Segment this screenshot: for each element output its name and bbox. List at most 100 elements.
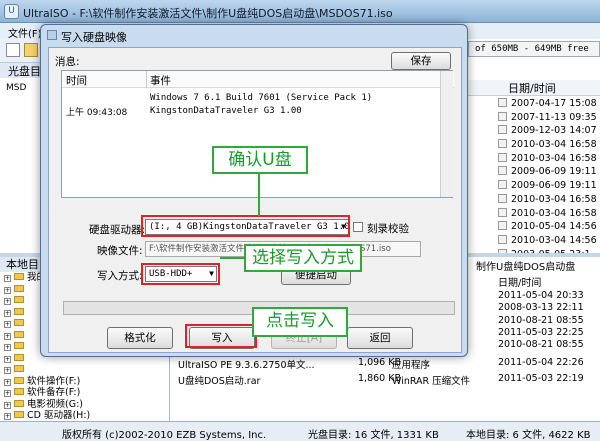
disc-date-text: 2009-06-09 19:11 (511, 180, 597, 192)
disc-date-column: 2007-04-17 15:08 2007-11-13 09:35 2009-12-… (468, 98, 600, 262)
file-name: UltraISO PE 9.3.6.2750单文... (178, 360, 315, 371)
write-highlight-box (185, 324, 257, 348)
verify-label: 刻录校验 (367, 223, 409, 235)
choose-method-callout: 选择写入方式 (244, 244, 362, 272)
disc-date-text: 2010-03-04 16:58 (511, 152, 597, 164)
expand-icon[interactable]: + (4, 367, 11, 374)
disc-size-bar: of 650MB - 649MB free (468, 41, 600, 57)
file-icon (498, 152, 507, 162)
verify-checkbox[interactable] (353, 222, 363, 232)
local-date-cell: 2008-03-13 22:11 (498, 302, 584, 314)
new-file-icon[interactable] (6, 43, 20, 57)
expand-icon[interactable]: + (4, 390, 11, 397)
local-tree-item[interactable]: + CD 驱动器(H:) (4, 410, 164, 422)
expand-icon[interactable]: + (4, 286, 11, 294)
drive-icon (14, 296, 24, 303)
message-log[interactable]: 时间 事件 Windows 7 6.1 Build 7601 (Service … (61, 70, 454, 198)
file-icon (498, 234, 507, 244)
local-date-column: 2011-05-04 20:33 2008-03-13 22:11 2010-08-… (468, 290, 600, 351)
choose-method-arrow (220, 257, 246, 259)
disc-tree-root[interactable]: MSD (6, 83, 26, 93)
method-highlight-box (141, 263, 220, 285)
local-date-cell: 2010-08-21 08:55 (498, 314, 584, 326)
local-tree-label: 软件操作(F:) (27, 375, 81, 387)
local-tree-item[interactable]: + 电影视频(G:) (4, 399, 164, 411)
drive-icon (14, 411, 24, 418)
disc-date-text: 2010-05-04 14:56 (511, 221, 597, 233)
local-date-cell: 2011-05-03 22:25 (498, 326, 584, 338)
drive-icon (14, 273, 24, 280)
message-log-header: 时间 事件 (62, 71, 454, 88)
local-folder-path: 制作U盘纯DOS启动盘 (476, 262, 576, 273)
message-label: 消息: (55, 56, 80, 68)
disc-date-column-header[interactable]: 日期/时间 (468, 80, 600, 96)
disc-date-text: 2007-11-13 09:35 (511, 111, 597, 123)
log-time-2: 上午 09:43:08 (66, 108, 128, 118)
local-tree-label: CD 驱动器(H:) (27, 410, 91, 421)
file-type: 应用程序 (392, 360, 431, 371)
disc-date-text: 2010-03-04 16:58 (511, 207, 597, 219)
confirm-usb-callout: 确认U盘 (212, 146, 308, 174)
local-tree-item[interactable]: + (4, 364, 164, 376)
file-icon (498, 207, 507, 217)
drive-icon (14, 330, 24, 338)
disc-date-cell: 2010-03-04 16:58 (468, 193, 600, 208)
expand-icon[interactable]: + (4, 309, 11, 317)
menu-file[interactable]: 文件(F) (8, 25, 42, 40)
drive-icon (14, 399, 24, 407)
title-bar: U UltraISO - F:\软件制作安装激活文件\制作U盘纯DOS启动盘\M… (0, 0, 600, 23)
open-folder-icon[interactable] (24, 43, 38, 57)
drive-icon (14, 284, 24, 292)
local-tree-item[interactable]: + 软件备存(F:) (4, 387, 164, 399)
file-icon (498, 139, 507, 149)
dialog-title: 写入硬盘映像 (61, 31, 127, 44)
disc-date-cell: 2010-03-04 16:58 (468, 207, 600, 222)
file-icon (498, 125, 507, 135)
file-icon (498, 98, 507, 107)
file-date: 2011-05-03 22:19 (498, 373, 584, 384)
local-date-column-header[interactable]: 日期/时间 (498, 274, 541, 289)
expand-icon[interactable]: + (4, 321, 11, 328)
status-local-info: 本地目录: 6 文件, 4622 KB (466, 430, 591, 441)
dialog-icon (47, 30, 57, 40)
file-icon (498, 193, 507, 203)
back-button[interactable]: 返回 (347, 327, 413, 349)
local-date-cell: 2010-08-21 08:55 (498, 339, 584, 351)
local-file-rows: UltraISO PE 9.3.6.2750单文... 1,096 KB 应用程序 2… (170, 355, 600, 387)
local-file-row[interactable]: UltraISO PE 9.3.6.2750单文... 1,096 KB 应用程序 2… (170, 355, 600, 371)
log-event-2: KingstonDataTraveler G3 1.00 (150, 106, 302, 116)
disc-date-cell: 2009-12-03 14:07 (468, 125, 600, 139)
drive-highlight-box (141, 215, 350, 237)
expand-icon[interactable]: + (4, 378, 11, 386)
file-type: WinRAR 压缩文件 (392, 376, 471, 387)
disc-date-cell: 2007-04-17 15:08 (468, 98, 600, 112)
format-button[interactable]: 格式化 (107, 327, 173, 349)
disc-date-text: 2010-03-04 14:56 (511, 234, 597, 246)
drive-icon (14, 365, 24, 372)
local-tree-item[interactable]: + 软件操作(F:) (4, 376, 164, 388)
file-icon (498, 180, 507, 190)
local-tree-label: 电影视频(G:) (27, 398, 83, 410)
expand-icon[interactable]: + (4, 275, 11, 282)
expand-icon[interactable]: + (4, 344, 11, 351)
drive-icon (14, 353, 24, 361)
column-event[interactable]: 事件 (150, 73, 171, 88)
disc-date-text: 2007-04-17 15:08 (511, 98, 597, 109)
file-icon (498, 111, 507, 121)
local-file-row[interactable]: U盘纯DOS启动.rar 1,860 KB WinRAR 压缩文件 2011-05-0… (170, 371, 600, 387)
drive-icon (14, 342, 24, 349)
save-button[interactable]: 保存 (391, 52, 451, 70)
disc-date-cell: 2007-11-13 09:35 (468, 111, 600, 126)
expand-icon[interactable]: + (4, 355, 11, 363)
column-time[interactable]: 时间 (66, 73, 87, 88)
expand-icon[interactable]: + (4, 332, 11, 340)
expand-icon[interactable]: + (4, 413, 11, 420)
message-scrollbar[interactable] (440, 71, 453, 197)
status-disc-info: 光盘目录: 16 文件, 1331 KB (308, 430, 439, 441)
write-method-label: 写入方式: (97, 270, 143, 282)
disc-date-cell: 2009-06-09 19:11 (468, 180, 600, 194)
disc-date-text: 2009-06-09 19:11 (511, 166, 597, 178)
disc-date-cell: 2010-03-04 16:58 (468, 152, 600, 167)
expand-icon[interactable]: + (4, 298, 11, 305)
expand-icon[interactable]: + (4, 401, 11, 409)
